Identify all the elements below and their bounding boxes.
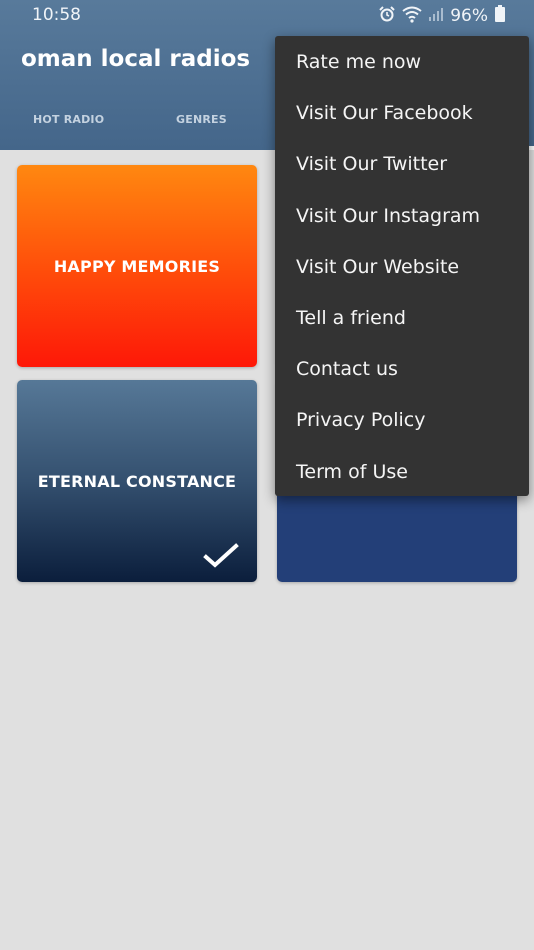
status-time: 10:58 bbox=[32, 5, 81, 25]
menu-item-twitter[interactable]: Visit Our Twitter bbox=[275, 139, 529, 190]
radio-card-label: HAPPY MEMORIES bbox=[53, 256, 221, 276]
radio-card-happy-memories[interactable]: HAPPY MEMORIES bbox=[17, 165, 257, 367]
tab-hot-radio[interactable]: HOT RADIO bbox=[33, 113, 104, 126]
menu-item-website[interactable]: Visit Our Website bbox=[275, 242, 529, 293]
menu-item-rate[interactable]: Rate me now bbox=[275, 37, 529, 88]
signal-icon bbox=[428, 6, 444, 27]
tab-genres[interactable]: GENRES bbox=[176, 113, 227, 126]
menu-item-contact[interactable]: Contact us bbox=[275, 344, 529, 395]
app-title: oman local radios bbox=[21, 46, 251, 72]
menu-item-privacy[interactable]: Privacy Policy bbox=[275, 395, 529, 446]
menu-item-tell-friend[interactable]: Tell a friend bbox=[275, 293, 529, 344]
status-icons: 96% bbox=[378, 4, 506, 28]
wifi-icon bbox=[402, 5, 422, 28]
menu-item-terms[interactable]: Term of Use bbox=[275, 447, 529, 498]
overflow-menu: Rate me now Visit Our Facebook Visit Our… bbox=[275, 36, 529, 496]
menu-item-facebook[interactable]: Visit Our Facebook bbox=[275, 88, 529, 139]
battery-percent: 96% bbox=[450, 6, 488, 26]
menu-item-instagram[interactable]: Visit Our Instagram bbox=[275, 191, 529, 242]
radio-card-label: ETERNAL CONSTANCE bbox=[37, 471, 237, 491]
alarm-icon bbox=[378, 5, 396, 28]
battery-icon bbox=[494, 4, 506, 28]
checkmark-icon bbox=[203, 542, 239, 570]
status-bar: 10:58 96% bbox=[0, 0, 534, 34]
radio-card-eternal-constance[interactable]: ETERNAL CONSTANCE bbox=[17, 380, 257, 582]
